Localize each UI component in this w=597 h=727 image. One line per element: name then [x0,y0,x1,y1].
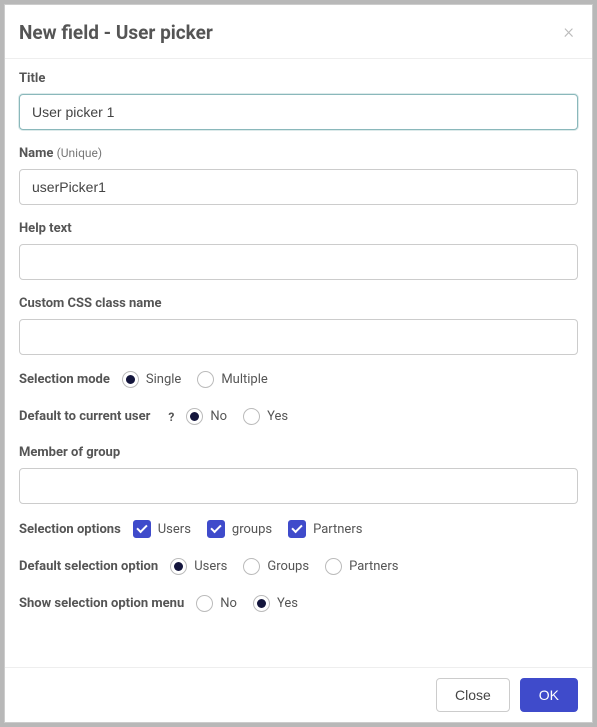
checkbox-label: Partners [313,522,362,537]
title-label: Title [19,71,578,86]
radio-label: Users [194,559,227,574]
selection-options-label: Selection options [19,522,121,537]
checkbox-label: Users [158,522,191,537]
radio-icon [197,371,214,388]
radio-icon [170,558,187,575]
default-current-user-yes-radio[interactable]: Yes [243,408,288,425]
css-class-input[interactable] [19,319,578,355]
ok-button[interactable]: OK [520,678,578,712]
default-current-user-no-radio[interactable]: No [186,408,227,425]
radio-label: Yes [277,596,298,611]
default-selection-option-label: Default selection option [19,559,158,574]
selection-options-partners-checkbox[interactable]: Partners [288,520,362,538]
help-text-input[interactable] [19,244,578,280]
checkbox-label: groups [232,522,272,537]
radio-label: Groups [267,559,309,574]
checkbox-icon [207,520,225,538]
radio-label: No [220,596,237,611]
show-menu-label: Show selection option menu [19,596,184,611]
radio-icon [253,595,270,612]
name-label-hint: (Unique) [57,146,102,160]
checkbox-icon [133,520,151,538]
name-label: Name (Unique) [19,146,578,161]
member-of-group-input[interactable] [19,468,578,504]
selection-mode-multiple-radio[interactable]: Multiple [197,371,267,388]
radio-icon [196,595,213,612]
show-menu-no-radio[interactable]: No [196,595,237,612]
radio-label: Yes [267,409,288,424]
radio-label: Partners [349,559,398,574]
radio-icon [186,408,203,425]
name-input[interactable] [19,169,578,205]
title-input[interactable] [19,94,578,130]
selection-options-groups-checkbox[interactable]: groups [207,520,272,538]
radio-icon [243,558,260,575]
radio-label: Multiple [221,372,267,387]
checkbox-icon [288,520,306,538]
radio-label: Single [146,372,181,387]
radio-icon [325,558,342,575]
default-current-user-label: Default to current user [19,409,150,424]
radio-icon [122,371,139,388]
default-selection-partners-radio[interactable]: Partners [325,558,398,575]
dialog-body: Title Name (Unique) Help text Custom CSS… [5,59,592,667]
help-text-label: Help text [19,221,578,236]
default-selection-users-radio[interactable]: Users [170,558,227,575]
selection-options-users-checkbox[interactable]: Users [133,520,191,538]
radio-label: No [210,409,227,424]
selection-mode-label: Selection mode [19,372,110,387]
selection-mode-single-radio[interactable]: Single [122,371,181,388]
show-menu-yes-radio[interactable]: Yes [253,595,298,612]
close-icon[interactable]: × [560,21,578,41]
name-label-text: Name [19,146,53,161]
new-field-dialog: New field - User picker × Title Name (Un… [4,4,593,723]
help-icon[interactable]: ? [164,410,178,424]
dialog-title: New field - User picker [19,21,213,44]
default-selection-groups-radio[interactable]: Groups [243,558,309,575]
css-class-label: Custom CSS class name [19,296,578,311]
dialog-header: New field - User picker × [5,5,592,59]
dialog-footer: Close OK [5,667,592,722]
member-of-group-label: Member of group [19,445,578,460]
radio-icon [243,408,260,425]
close-button[interactable]: Close [436,678,510,712]
